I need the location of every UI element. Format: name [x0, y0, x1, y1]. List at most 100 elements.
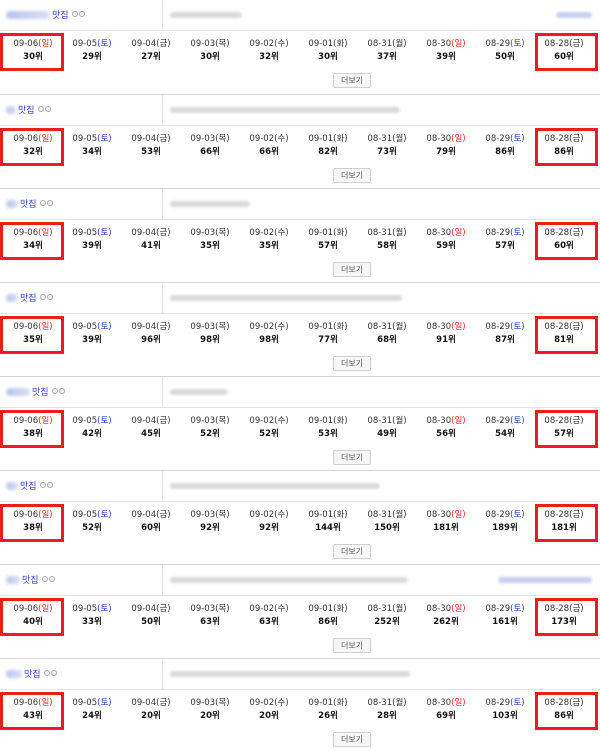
rank-date: 08-30(일)	[416, 134, 476, 145]
date-day: 08-29	[485, 228, 511, 238]
rank-cell: 09-05(토) 52위	[62, 502, 122, 542]
rank-date: 08-31(월)	[357, 604, 417, 615]
more-button[interactable]: 더보기	[333, 168, 371, 183]
place-title-cell[interactable]: 맛집	[0, 659, 163, 689]
more-button[interactable]: 더보기	[333, 638, 371, 653]
rank-block: 맛집 09-06(일) 32위 09-05(토) 34위 09-04(금) 53위 09-03…	[0, 94, 600, 187]
place-category-label[interactable]: 맛집	[52, 8, 69, 21]
rank-date: 09-05(토)	[62, 134, 122, 145]
place-title-cell[interactable]: 맛집	[0, 377, 163, 407]
rank-date: 09-03(목)	[180, 698, 240, 709]
highlight-box-oldest	[535, 410, 598, 448]
date-weekday: (일)	[451, 416, 466, 426]
rank-cell: 09-04(금) 41위	[121, 220, 181, 260]
date-day: 08-30	[426, 510, 452, 520]
rank-date: 09-02(수)	[239, 510, 299, 521]
mobile-badge-icon	[42, 576, 48, 582]
rank-date: 09-04(금)	[121, 322, 181, 333]
place-url-redacted[interactable]	[170, 201, 250, 207]
date-day: 09-02	[249, 39, 275, 49]
place-category-label[interactable]: 맛집	[24, 667, 41, 680]
rank-value: 98위	[259, 335, 279, 345]
date-day: 08-30	[426, 228, 452, 238]
place-title-cell[interactable]: 맛집	[0, 283, 163, 313]
place-url-redacted[interactable]	[170, 671, 410, 677]
daily-rank-row: 09-06(일) 43위 09-05(토) 24위 09-04(금) 20위 09-03(목…	[0, 690, 600, 730]
rank-date: 09-02(수)	[239, 39, 299, 50]
rank-cell: 09-05(토) 29위	[62, 31, 122, 71]
date-weekday: (일)	[451, 604, 466, 614]
rank-cell: 09-01(화) 77위	[298, 314, 358, 354]
rank-value: 98위	[200, 335, 220, 345]
rank-value: 37위	[377, 52, 397, 62]
rank-value: 24위	[82, 711, 102, 721]
more-button[interactable]: 더보기	[333, 732, 371, 747]
place-name-redacted	[6, 388, 30, 396]
date-day: 09-04	[131, 510, 157, 520]
date-day: 09-05	[72, 228, 98, 238]
place-url-redacted[interactable]	[170, 483, 380, 489]
rank-cell: 08-29(토) 50위	[475, 31, 535, 71]
date-weekday: (토)	[510, 510, 525, 520]
date-weekday: (화)	[333, 322, 348, 332]
more-button[interactable]: 더보기	[333, 73, 371, 88]
place-category-label[interactable]: 맛집	[32, 385, 49, 398]
rank-value: 29위	[82, 52, 102, 62]
highlight-box-oldest	[535, 33, 598, 71]
place-url-redacted[interactable]	[170, 295, 402, 301]
date-weekday: (목)	[215, 510, 230, 520]
date-weekday: (일)	[451, 228, 466, 238]
rank-date: 08-29(토)	[475, 698, 535, 709]
rank-value: 52위	[259, 429, 279, 439]
rank-value: 30위	[200, 52, 220, 62]
place-url-redacted[interactable]	[170, 12, 242, 18]
rank-date: 09-03(목)	[180, 416, 240, 427]
date-weekday: (화)	[333, 604, 348, 614]
date-day: 09-01	[308, 698, 334, 708]
place-category-label[interactable]: 맛집	[20, 479, 37, 492]
place-url-redacted[interactable]	[170, 389, 228, 395]
rank-block: 맛집 09-06(일) 34위 09-05(토) 39위 09-04(금) 41위 09-03…	[0, 188, 600, 281]
more-button[interactable]: 더보기	[333, 450, 371, 465]
date-day: 09-01	[308, 228, 334, 238]
date-day: 09-04	[131, 416, 157, 426]
rank-value: 27위	[141, 52, 161, 62]
more-button[interactable]: 더보기	[333, 544, 371, 559]
block-header: 맛집	[0, 95, 600, 126]
date-day: 09-03	[190, 510, 216, 520]
place-category-label[interactable]: 맛집	[22, 573, 39, 586]
rank-cell: 09-03(목) 30위	[180, 31, 240, 71]
date-day: 09-01	[308, 604, 334, 614]
place-title-cell[interactable]: 맛집	[0, 189, 163, 219]
rank-date: 09-03(목)	[180, 228, 240, 239]
date-day: 08-31	[367, 698, 393, 708]
more-button[interactable]: 더보기	[333, 262, 371, 277]
rank-cell: 09-01(화) 144위	[298, 502, 358, 542]
date-day: 09-05	[72, 510, 98, 520]
date-weekday: (화)	[333, 416, 348, 426]
rank-cell: 08-31(월) 150위	[357, 502, 417, 542]
rank-date: 09-04(금)	[121, 604, 181, 615]
place-category-label[interactable]: 맛집	[20, 291, 37, 304]
date-weekday: (화)	[333, 39, 348, 49]
place-url-redacted[interactable]	[170, 577, 408, 583]
rank-date: 09-05(토)	[62, 39, 122, 50]
place-category-label[interactable]: 맛집	[18, 103, 35, 116]
rank-date: 08-29(토)	[475, 416, 535, 427]
block-header: 맛집	[0, 189, 600, 220]
place-title-cell[interactable]: 맛집	[0, 95, 163, 125]
more-button[interactable]: 더보기	[333, 356, 371, 371]
rank-cell: 09-01(화) 86위	[298, 596, 358, 636]
rank-value: 150위	[374, 523, 400, 533]
date-day: 09-01	[308, 416, 334, 426]
rank-value: 79위	[436, 147, 456, 157]
place-title-cell[interactable]: 맛집	[0, 0, 163, 30]
date-day: 09-03	[190, 416, 216, 426]
date-day: 08-31	[367, 228, 393, 238]
place-title-cell[interactable]: 맛집	[0, 565, 163, 595]
place-title-cell[interactable]: 맛집	[0, 471, 163, 501]
rank-value: 57위	[495, 241, 515, 251]
rank-date: 08-29(토)	[475, 510, 535, 521]
place-category-label[interactable]: 맛집	[20, 197, 37, 210]
place-url-redacted[interactable]	[170, 107, 400, 113]
